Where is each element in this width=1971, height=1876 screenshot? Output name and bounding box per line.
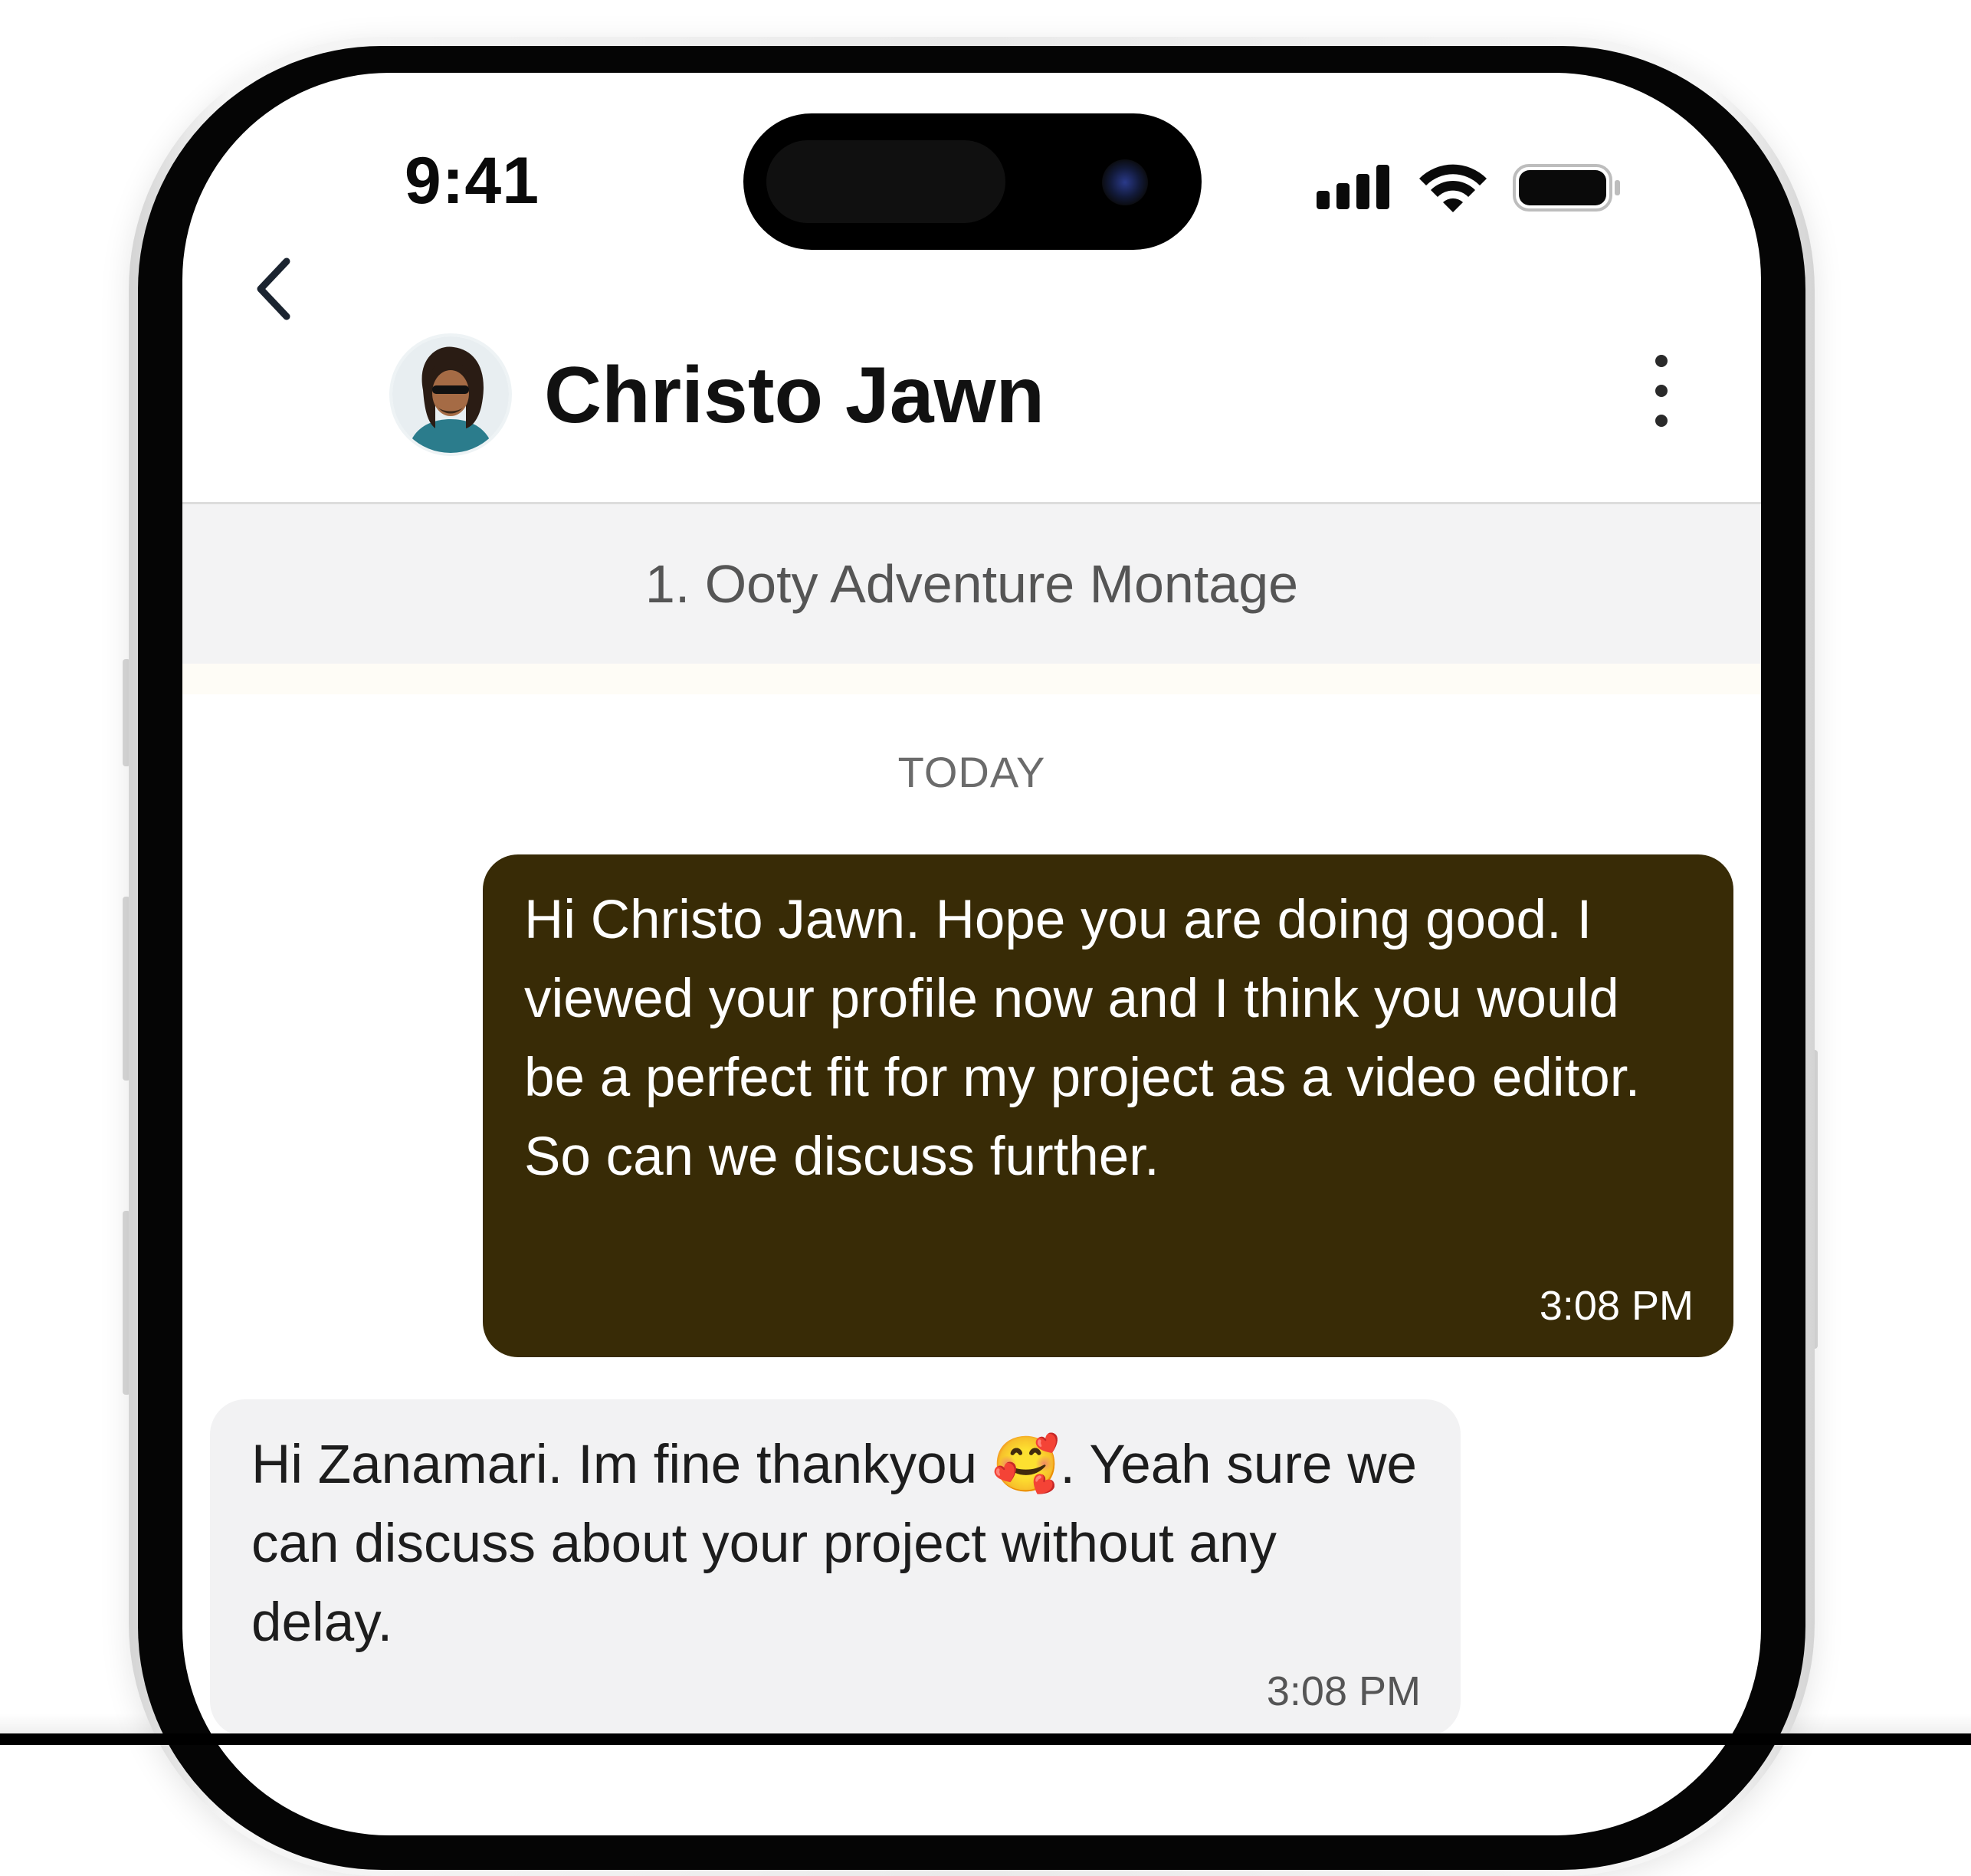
contact-avatar[interactable]: [389, 333, 512, 456]
chevron-left-icon: [257, 257, 290, 320]
more-vertical-icon-dot: [1655, 355, 1668, 367]
battery-icon: [1513, 164, 1620, 212]
status-icons: [1309, 157, 1631, 218]
status-time: 9:41: [404, 144, 540, 218]
outgoing-message[interactable]: Hi Christo Jawn. Hope you are doing good…: [483, 854, 1733, 1357]
island-sensor: [766, 140, 1005, 223]
avatar-photo: [392, 336, 509, 453]
more-vertical-icon-dot: [1655, 385, 1668, 397]
bottom-edge: [0, 1733, 1971, 1745]
banner-strip: [182, 664, 1761, 694]
incoming-message[interactable]: Hi Zanamari. Im fine thankyou 🥰. Yeah su…: [210, 1399, 1461, 1737]
wifi-icon: [1419, 164, 1487, 212]
cellular-signal-icon: [1317, 165, 1389, 209]
contact-name[interactable]: Christo Jawn: [544, 350, 1045, 441]
phone-screen: 9:41 Christo Jawn 1. Ooty Adventure Mont…: [182, 73, 1761, 1835]
project-banner[interactable]: 1. Ooty Adventure Montage: [182, 504, 1761, 664]
dynamic-island: [743, 113, 1202, 250]
date-separator: TODAY: [897, 748, 1046, 796]
more-options-button[interactable]: [1645, 349, 1678, 433]
front-camera: [1102, 159, 1148, 205]
more-vertical-icon-dot: [1655, 415, 1668, 427]
message-text-start: Hi Zanamari. Im fine thankyou: [251, 1435, 992, 1495]
status-icons-svg: [1317, 164, 1620, 212]
message-time: 3:08 PM: [1539, 1283, 1694, 1329]
back-button[interactable]: [244, 251, 305, 327]
message-text: Hi Christo Jawn. Hope you are doing good…: [524, 890, 1641, 1187]
message-text: Hi Zanamari. Im fine thankyou 🥰. Yeah su…: [251, 1425, 1418, 1662]
project-title: 1. Ooty Adventure Montage: [644, 554, 1299, 614]
smiling-face-with-hearts-emoji: 🥰: [992, 1435, 1061, 1495]
message-time: 3:08 PM: [1266, 1668, 1421, 1714]
